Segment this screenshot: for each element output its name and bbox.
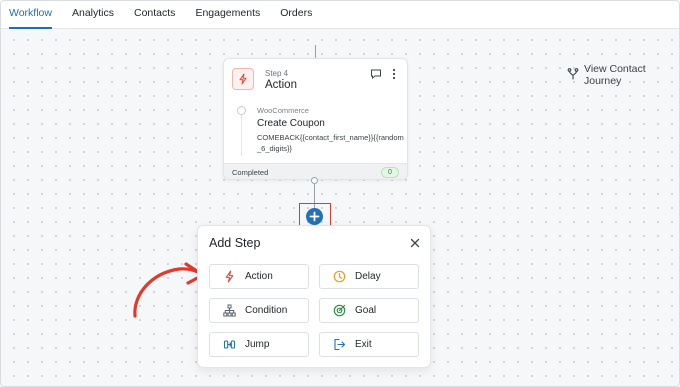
action-timeline-dot bbox=[237, 106, 246, 115]
action-name: Create Coupon bbox=[257, 118, 325, 129]
lightning-icon bbox=[222, 270, 236, 284]
lightning-icon bbox=[239, 73, 247, 85]
tab-contacts[interactable]: Contacts bbox=[134, 1, 175, 29]
add-step-popover: Add Step Action Delay Condition Goal Jum… bbox=[197, 225, 431, 368]
action-detail: COMEBACK{{contact_first_name}}{{random_6… bbox=[257, 133, 404, 153]
more-options-icon[interactable] bbox=[390, 67, 398, 81]
comment-icon[interactable] bbox=[370, 68, 382, 80]
option-condition-button[interactable]: Condition bbox=[209, 298, 309, 323]
tab-workflow[interactable]: Workflow bbox=[9, 1, 52, 29]
option-action-label: Action bbox=[245, 271, 273, 282]
add-step-title: Add Step bbox=[209, 236, 261, 250]
add-step-button[interactable] bbox=[306, 208, 323, 225]
option-exit-label: Exit bbox=[355, 339, 372, 350]
plus-icon bbox=[309, 211, 320, 222]
fork-icon bbox=[567, 67, 579, 83]
step-card-icon bbox=[232, 68, 254, 90]
clock-icon bbox=[332, 270, 346, 284]
option-condition-label: Condition bbox=[245, 305, 288, 316]
step-number: Step 4 bbox=[265, 69, 289, 78]
tab-engagements[interactable]: Engagements bbox=[195, 1, 260, 29]
target-icon bbox=[332, 304, 346, 318]
top-nav: Workflow Analytics Contacts Engagements … bbox=[1, 1, 679, 29]
option-delay-label: Delay bbox=[355, 271, 381, 282]
option-goal-button[interactable]: Goal bbox=[319, 298, 419, 323]
close-icon[interactable] bbox=[409, 237, 421, 249]
view-contact-journey-label: View Contact Journey bbox=[584, 63, 646, 87]
status-label: Completed bbox=[232, 168, 269, 177]
integration-name: WooCommerce bbox=[257, 106, 309, 115]
branch-icon bbox=[222, 304, 236, 318]
option-jump-button[interactable]: Jump bbox=[209, 332, 309, 357]
connector-line-top bbox=[315, 45, 316, 58]
jump-icon bbox=[222, 338, 236, 352]
workflow-canvas: Workflow Analytics Contacts Engagements … bbox=[0, 0, 680, 387]
tab-analytics[interactable]: Analytics bbox=[72, 1, 114, 29]
option-action-button[interactable]: Action bbox=[209, 264, 309, 289]
option-jump-label: Jump bbox=[245, 339, 270, 350]
view-contact-journey-link[interactable]: View Contact Journey bbox=[567, 63, 679, 87]
connector-dot bbox=[311, 177, 318, 184]
action-timeline-line bbox=[241, 112, 242, 156]
step-card[interactable]: Step 4 Action WooCommerce Create Coupon … bbox=[223, 58, 408, 180]
option-delay-button[interactable]: Delay bbox=[319, 264, 419, 289]
step-title: Action bbox=[265, 79, 297, 91]
option-goal-label: Goal bbox=[355, 305, 377, 316]
tab-orders[interactable]: Orders bbox=[280, 1, 312, 29]
completed-count-badge: 0 bbox=[381, 167, 399, 178]
exit-icon bbox=[332, 338, 346, 352]
option-exit-button[interactable]: Exit bbox=[319, 332, 419, 357]
